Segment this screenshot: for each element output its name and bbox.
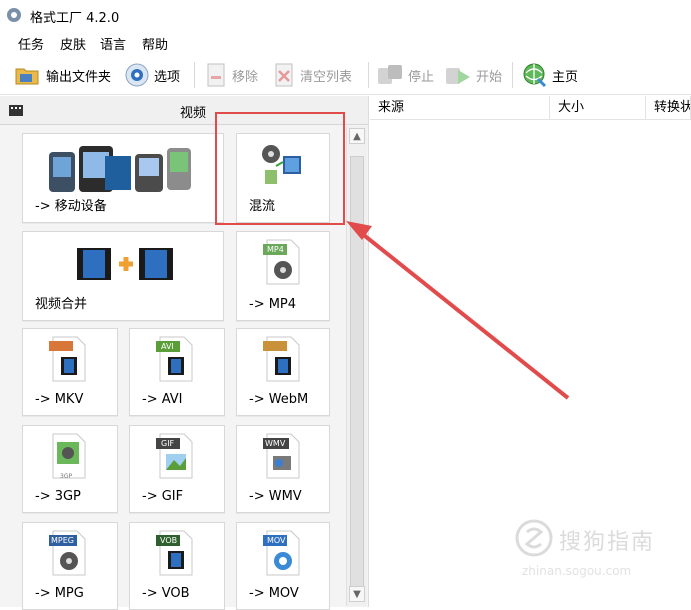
red-arrow (346, 221, 570, 400)
watermark: 搜狗指南 zhinan.sogou.com (514, 518, 653, 578)
watermark-url: zhinan.sogou.com (522, 564, 632, 578)
watermark-brand: 搜狗指南 (559, 530, 656, 555)
sogou-logo-icon (515, 519, 553, 557)
